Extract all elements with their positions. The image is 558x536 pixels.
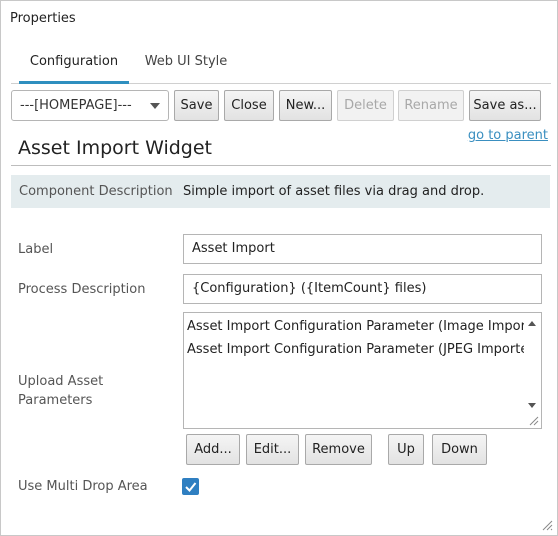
tab-bar: Configuration Web UI Style bbox=[11, 47, 551, 84]
label-field-label: Label bbox=[18, 242, 54, 257]
properties-panel: Properties Configuration Web UI Style --… bbox=[0, 0, 558, 536]
use-multi-drop-area-checkbox[interactable] bbox=[182, 478, 199, 495]
checkmark-icon bbox=[185, 482, 197, 492]
go-to-parent-link[interactable]: go to parent bbox=[468, 128, 548, 143]
rename-button[interactable]: Rename bbox=[398, 90, 464, 121]
close-button[interactable]: Close bbox=[224, 90, 274, 121]
toolbar: ---[HOMEPAGE]--- Save Close New... Delet… bbox=[11, 90, 551, 121]
upload-asset-parameters-list[interactable]: Asset Import Configuration Parameter (Im… bbox=[183, 312, 542, 429]
tab-configuration[interactable]: Configuration bbox=[19, 47, 129, 84]
process-description-label: Process Description bbox=[18, 282, 146, 297]
heading-divider bbox=[11, 165, 551, 166]
move-up-button[interactable]: Up bbox=[388, 434, 424, 465]
component-description-label: Component Description bbox=[19, 184, 173, 199]
scroll-up-icon[interactable] bbox=[528, 321, 536, 326]
list-item[interactable]: Asset Import Configuration Parameter (JP… bbox=[187, 342, 541, 357]
resize-grip-icon[interactable] bbox=[529, 416, 539, 426]
list-item[interactable]: Asset Import Configuration Parameter (Im… bbox=[187, 319, 541, 334]
window-title: Properties bbox=[10, 11, 76, 26]
window-resize-grip-icon[interactable] bbox=[541, 519, 553, 531]
component-description-value: Simple import of asset files via drag an… bbox=[183, 184, 485, 199]
remove-parameter-button[interactable]: Remove bbox=[305, 434, 372, 465]
label-field[interactable]: Asset Import bbox=[183, 234, 542, 264]
tab-web-ui-style[interactable]: Web UI Style bbox=[136, 47, 236, 84]
delete-button[interactable]: Delete bbox=[337, 90, 394, 121]
edit-parameter-button[interactable]: Edit... bbox=[246, 434, 299, 465]
new-button[interactable]: New... bbox=[279, 90, 332, 121]
upload-asset-parameters-label: Upload Asset Parameters bbox=[18, 374, 104, 408]
scroll-down-icon[interactable] bbox=[528, 403, 536, 408]
configuration-select-value: ---[HOMEPAGE]--- bbox=[20, 98, 132, 113]
save-as-button[interactable]: Save as... bbox=[469, 90, 541, 121]
save-button[interactable]: Save bbox=[174, 90, 219, 121]
list-scrollbar[interactable] bbox=[524, 313, 541, 428]
move-down-button[interactable]: Down bbox=[432, 434, 487, 465]
add-parameter-button[interactable]: Add... bbox=[186, 434, 240, 465]
page-title: Asset Import Widget bbox=[18, 137, 212, 159]
chevron-down-icon bbox=[150, 103, 160, 109]
process-description-field[interactable]: {Configuration} ({ItemCount} files) bbox=[183, 274, 542, 304]
component-description-row: Component Description Simple import of a… bbox=[11, 175, 550, 208]
configuration-select[interactable]: ---[HOMEPAGE]--- bbox=[11, 90, 169, 121]
use-multi-drop-area-label: Use Multi Drop Area bbox=[18, 479, 148, 494]
